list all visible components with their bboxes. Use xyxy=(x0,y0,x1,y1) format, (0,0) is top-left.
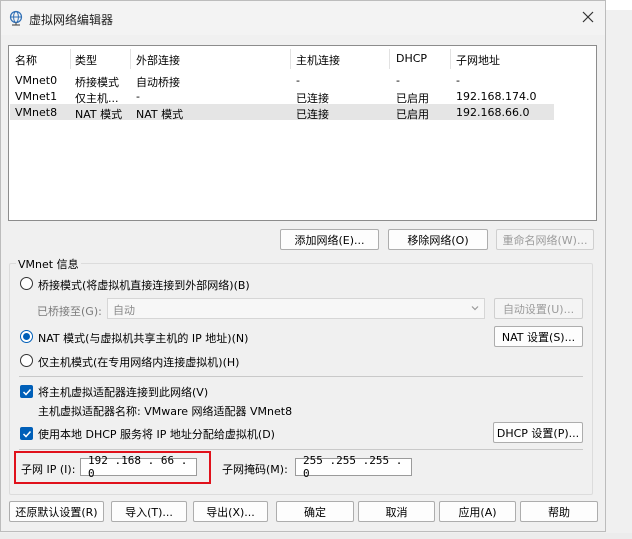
adapter-name-text: 主机虚拟适配器名称: VMware 网络适配器 VMnet8 xyxy=(38,405,293,418)
bridged-to-select[interactable]: 自动 xyxy=(107,298,485,319)
subnet-mask-label: 子网掩码(M): xyxy=(222,463,288,476)
rename-network-button[interactable]: 重命名网络(W)... xyxy=(496,229,594,250)
window-title: 虚拟网络编辑器 xyxy=(29,13,114,27)
ok-button[interactable]: 确定 xyxy=(276,501,354,522)
cell-subnet: 192.168.66.0 xyxy=(456,106,530,119)
table-row[interactable]: VMnet1 仅主机... - 已连接 已启用 192.168.174.0 xyxy=(10,88,554,105)
title-bar: 虚拟网络编辑器 xyxy=(1,1,605,35)
add-network-button[interactable]: 添加网络(E)... xyxy=(280,229,379,250)
table-row-selected[interactable]: VMnet8 NAT 模式 NAT 模式 已连接 已启用 192.168.66.… xyxy=(10,104,554,121)
divider xyxy=(19,449,583,450)
column-header-host[interactable]: 主机连接 xyxy=(296,52,340,68)
bridged-to-label: 已桥接至(G): xyxy=(37,305,102,318)
column-header-subnet[interactable]: 子网地址 xyxy=(456,52,500,68)
apply-button[interactable]: 应用(A) xyxy=(439,501,516,522)
connect-adapter-checkbox[interactable] xyxy=(20,385,33,398)
import-button[interactable]: 导入(T)... xyxy=(111,501,187,522)
column-separator xyxy=(290,49,291,69)
close-icon xyxy=(582,11,594,26)
network-globe-icon xyxy=(8,10,24,26)
use-dhcp-label[interactable]: 使用本地 DHCP 服务将 IP 地址分配给虚拟机(D) xyxy=(38,426,275,442)
cell-external: NAT 模式 xyxy=(136,108,184,121)
table-row[interactable]: VMnet0 桥接模式 自动桥接 - - - xyxy=(10,72,554,89)
use-dhcp-checkbox[interactable] xyxy=(20,427,33,440)
network-list[interactable]: 名称 类型 外部连接 主机连接 DHCP 子网地址 VMnet0 桥接模式 自动… xyxy=(8,45,597,221)
cell-dhcp: 已启用 xyxy=(396,108,429,121)
divider xyxy=(19,376,583,377)
export-button[interactable]: 导出(X)... xyxy=(193,501,268,522)
cell-name: VMnet0 xyxy=(15,74,58,87)
cell-dhcp: - xyxy=(396,74,400,87)
virtual-network-editor-window: 虚拟网络编辑器 名称 类型 外部连接 主机连接 DHCP 子网地址 VMnet0… xyxy=(0,0,606,532)
column-header-external[interactable]: 外部连接 xyxy=(136,52,180,68)
subnet-mask-value: 255 .255 .255 . 0 xyxy=(303,454,403,480)
cell-name: VMnet1 xyxy=(15,90,58,103)
column-separator xyxy=(130,49,131,69)
vmnet-info-title: VMnet 信息 xyxy=(16,256,81,272)
column-header-dhcp[interactable]: DHCP xyxy=(396,52,427,68)
remove-network-button[interactable]: 移除网络(O) xyxy=(388,229,488,250)
auto-settings-button[interactable]: 自动设置(U)... xyxy=(494,298,583,319)
cell-subnet: - xyxy=(456,74,460,87)
checkmark-icon xyxy=(22,388,31,396)
cell-host: - xyxy=(296,74,300,87)
cell-external: - xyxy=(136,90,140,103)
dhcp-settings-button[interactable]: DHCP 设置(P)... xyxy=(493,422,583,443)
column-header-type[interactable]: 类型 xyxy=(75,52,97,68)
bridged-mode-radio[interactable] xyxy=(20,277,33,290)
cell-host: 已连接 xyxy=(296,108,329,121)
restore-defaults-button[interactable]: 还原默认设置(R) xyxy=(9,501,104,522)
cancel-button[interactable]: 取消 xyxy=(358,501,435,522)
nat-mode-radio[interactable] xyxy=(20,330,33,343)
help-button[interactable]: 帮助 xyxy=(520,501,598,522)
background-bottom-edge xyxy=(0,533,632,539)
cell-type: NAT 模式 xyxy=(75,108,123,121)
column-separator xyxy=(389,49,390,69)
annotation-highlight-box xyxy=(14,451,211,484)
chevron-down-icon xyxy=(470,303,480,316)
cell-subnet: 192.168.174.0 xyxy=(456,90,537,103)
host-only-radio[interactable] xyxy=(20,354,33,367)
cell-name: VMnet8 xyxy=(15,106,58,119)
close-button[interactable] xyxy=(577,7,599,29)
host-only-label[interactable]: 仅主机模式(在专用网络内连接虚拟机)(H) xyxy=(38,354,239,370)
nat-mode-label[interactable]: NAT 模式(与虚拟机共享主机的 IP 地址)(N) xyxy=(38,330,248,346)
connect-adapter-label[interactable]: 将主机虚拟适配器连接到此网络(V) xyxy=(38,384,208,400)
bridged-mode-label[interactable]: 桥接模式(将虚拟机直接连接到外部网络)(B) xyxy=(38,277,250,293)
subnet-mask-input[interactable]: 255 .255 .255 . 0 xyxy=(295,454,412,480)
column-separator xyxy=(70,49,71,69)
nat-settings-button[interactable]: NAT 设置(S)... xyxy=(494,326,583,347)
bridged-to-value: 自动 xyxy=(113,304,135,317)
column-separator xyxy=(450,49,451,69)
column-header-name[interactable]: 名称 xyxy=(15,52,37,68)
checkmark-icon xyxy=(22,430,31,438)
